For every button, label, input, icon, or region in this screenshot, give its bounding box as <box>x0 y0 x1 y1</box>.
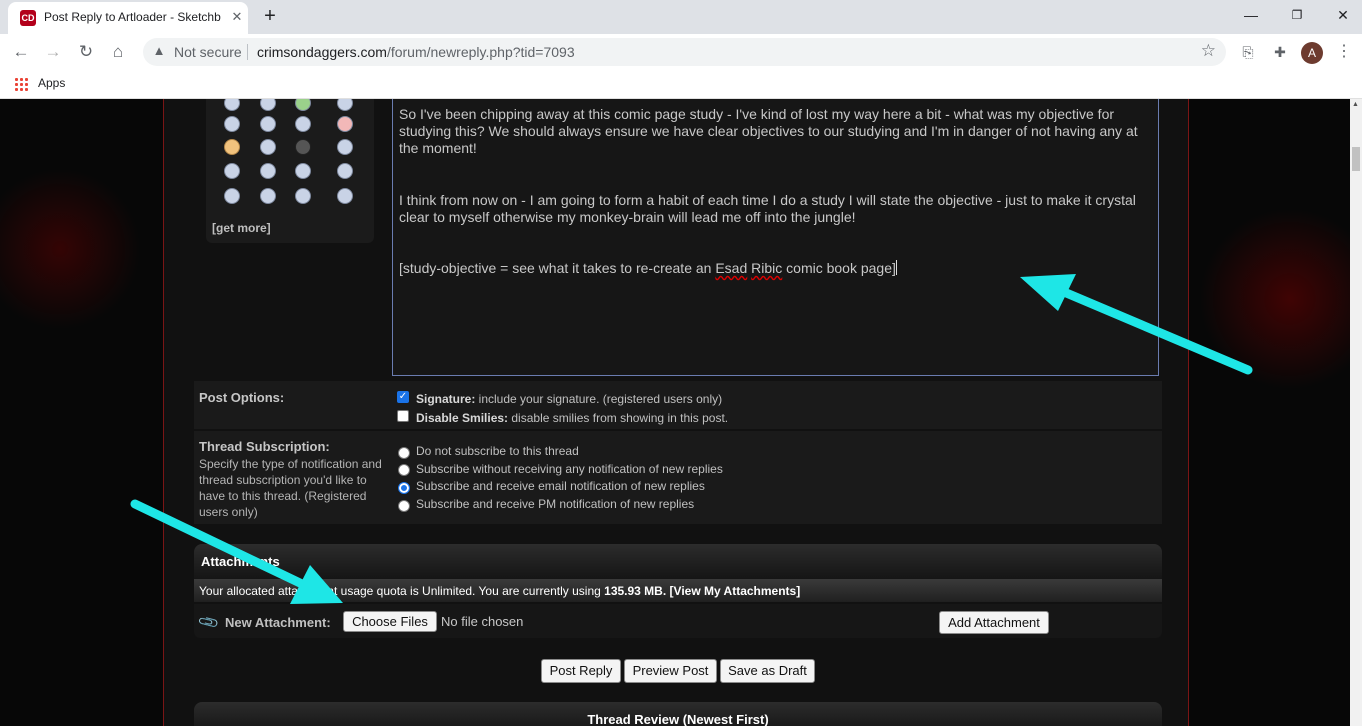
url-host: crimsondaggers.com <box>257 44 387 60</box>
annotation-arrow-attachment <box>130 499 343 604</box>
security-label[interactable]: Not secure <box>174 44 242 60</box>
tab-strip: CD Post Reply to Artloader - Sketchb ✕ +… <box>0 0 1362 34</box>
restore-icon[interactable]: ❐ <box>1274 4 1320 28</box>
browser-toolbar: ← → ↻ ⌂ ▲ Not secure crimsondaggers.com/… <box>0 34 1362 70</box>
reload-icon[interactable]: ↻ <box>73 40 99 64</box>
forward-icon[interactable]: → <box>40 40 66 64</box>
site-favicon-icon: CD <box>20 10 36 26</box>
page-viewport: [get more] So I've been chipping away at… <box>0 99 1350 726</box>
warning-icon[interactable]: ▲ <box>151 43 167 59</box>
tab-title: Post Reply to Artloader - Sketchb <box>44 10 221 24</box>
scroll-up-icon[interactable]: ▲ <box>1352 101 1359 108</box>
minimize-icon[interactable]: — <box>1228 4 1274 28</box>
home-icon[interactable]: ⌂ <box>105 40 131 64</box>
scrollbar-thumb[interactable] <box>1352 147 1360 171</box>
browser-tab[interactable]: CD Post Reply to Artloader - Sketchb ✕ <box>8 2 248 34</box>
omnibox-divider <box>247 44 248 60</box>
apps-grid-icon[interactable] <box>14 77 28 91</box>
window-close-icon[interactable]: ✕ <box>1320 4 1362 28</box>
annotation-arrows <box>130 274 1253 604</box>
arrow-shaft <box>1059 287 1253 375</box>
puzzle-extensions-icon[interactable]: ✚ <box>1270 42 1290 62</box>
menu-kebab-icon[interactable]: ⋮ <box>1334 42 1354 62</box>
profile-avatar[interactable]: A <box>1301 42 1323 64</box>
address-bar[interactable]: ▲ Not secure crimsondaggers.com/forum/ne… <box>143 38 1226 66</box>
bookmarks-bar: Apps <box>0 70 1362 99</box>
annotation-arrow-editor <box>1020 274 1253 375</box>
arrow-shaft <box>130 499 305 588</box>
url-text[interactable]: crimsondaggers.com/forum/newreply.php?ti… <box>257 44 575 60</box>
back-icon[interactable]: ← <box>8 40 34 64</box>
url-path: /forum/newreply.php?tid=7093 <box>386 44 575 60</box>
new-tab-button[interactable]: + <box>257 5 283 29</box>
bookmark-star-icon[interactable]: ☆ <box>1201 41 1216 61</box>
page-scrollbar[interactable]: ▲ <box>1350 99 1362 726</box>
extension-icon[interactable]: ⎘ <box>1238 42 1258 62</box>
tab-close-icon[interactable]: ✕ <box>228 8 246 26</box>
apps-bookmark[interactable]: Apps <box>38 76 65 90</box>
